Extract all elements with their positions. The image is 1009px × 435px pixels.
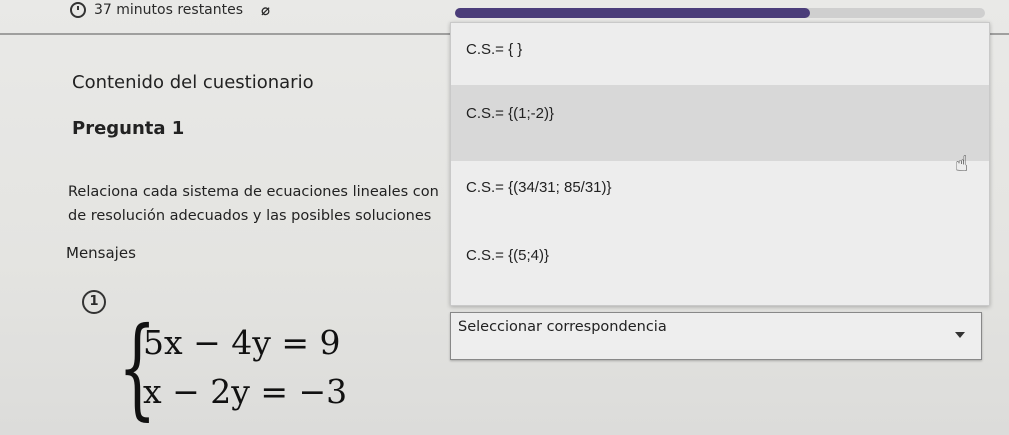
- dropdown-option[interactable]: C.S.= {(5;4)}: [451, 223, 989, 281]
- quiz-progress-bar: [455, 8, 985, 18]
- option-label: C.S.= { }: [466, 41, 523, 58]
- equation-2: x − 2y = −3: [143, 372, 348, 411]
- dropdown-option-hovered[interactable]: C.S.= {(1;-2)}: [451, 85, 989, 161]
- quiz-progress-fill: [455, 8, 811, 18]
- option-label: C.S.= {(34/31; 85/31)}: [466, 179, 612, 196]
- chevron-down-icon: [955, 332, 965, 338]
- item-number-badge: 1: [82, 290, 106, 314]
- quiz-navigation-title[interactable]: Contenido del cuestionario: [72, 72, 314, 93]
- correspondence-options-list: C.S.= { } C.S.= {(1;-2)} C.S.= {(34/31; …: [450, 22, 990, 306]
- option-label: C.S.= {(1;-2)}: [466, 105, 554, 122]
- dropdown-option[interactable]: C.S.= {(34/31; 85/31)}: [451, 161, 989, 219]
- quiz-timer: 37 minutos restantes ⌀: [70, 0, 270, 20]
- hand-cursor-icon: ☝: [955, 152, 969, 177]
- question-instructions: Relaciona cada sistema de ecuaciones lin…: [68, 184, 439, 224]
- messages-link[interactable]: Mensajes: [66, 244, 136, 262]
- equation-1: 5x − 4y = 9: [143, 323, 341, 362]
- question-title: Pregunta 1: [72, 118, 185, 139]
- hide-timer-icon[interactable]: ⌀: [261, 1, 270, 19]
- clock-icon: [70, 2, 86, 18]
- select-value: Seleccionar correspondencia: [458, 319, 667, 335]
- dropdown-option[interactable]: C.S.= { }: [451, 23, 989, 81]
- correspondence-select[interactable]: Seleccionar correspondencia: [450, 312, 982, 360]
- option-label: C.S.= {(5;4)}: [466, 247, 549, 264]
- timer-text: 37 minutos restantes: [94, 2, 244, 18]
